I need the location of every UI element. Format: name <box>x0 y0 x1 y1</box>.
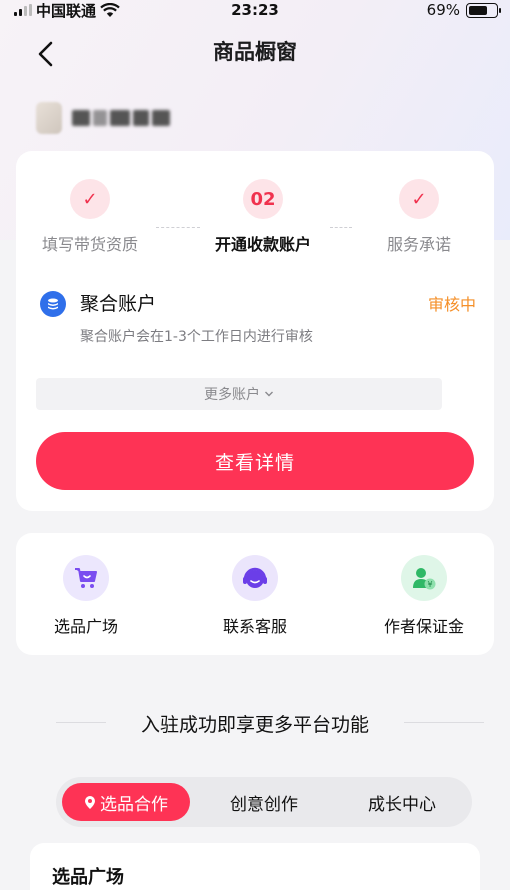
more-accounts-button[interactable]: 更多账户 <box>36 378 442 410</box>
divider <box>404 722 484 723</box>
battery-percent: 69% <box>426 1 460 19</box>
view-details-button[interactable]: 查看详情 <box>36 432 474 490</box>
location-pin-icon <box>85 795 95 809</box>
step-qualification: ✓ 填写带货资质 <box>20 179 160 255</box>
tool-customer-service[interactable]: 联系客服 <box>185 555 325 637</box>
user-name-blurred <box>72 110 170 126</box>
step-commitment: ✓ 服务承诺 <box>349 179 489 255</box>
step-number: 02 <box>243 179 283 219</box>
step-label: 填写带货资质 <box>41 235 138 254</box>
progress-steps: ✓ 填写带货资质 02 开通收款账户 ✓ 服务承诺 <box>16 179 494 259</box>
tool-label: 选品广场 <box>53 617 118 636</box>
step-label: 服务承诺 <box>386 235 451 254</box>
svg-text:¥: ¥ <box>427 580 432 589</box>
onboarding-card: ✓ 填写带货资质 02 开通收款账户 ✓ 服务承诺 聚合账户 审核中 聚合账户会… <box>16 151 494 511</box>
check-icon: ✓ <box>399 179 439 219</box>
tool-product-square[interactable]: 选品广场 <box>16 555 156 637</box>
section-title: 入驻成功即享更多平台功能 <box>140 714 369 736</box>
account-name: 聚合账户 <box>80 293 157 315</box>
status-badge: 审核中 <box>427 295 476 314</box>
battery-icon <box>466 2 501 18</box>
coin-stack-icon <box>40 291 66 317</box>
tool-label: 联系客服 <box>222 617 287 636</box>
headset-icon <box>232 555 278 601</box>
avatar <box>36 102 62 134</box>
tool-label: 作者保证金 <box>383 617 464 636</box>
tab-growth-center[interactable]: 成长中心 <box>340 777 464 827</box>
tab-label: 成长中心 <box>368 794 436 815</box>
user-info <box>36 100 170 136</box>
nav-bar: 商品橱窗 <box>0 30 510 76</box>
tab-label: 选品合作 <box>100 794 168 815</box>
account-description: 聚合账户会在1-3个工作日内进行审核 <box>80 329 313 345</box>
feature-tabs: 选品合作 创意创作 成长中心 <box>56 777 472 827</box>
product-square-card: 选品广场 <box>30 843 480 890</box>
check-icon: ✓ <box>70 179 110 219</box>
cart-icon <box>63 555 109 601</box>
tool-author-deposit[interactable]: ¥ 作者保证金 <box>354 555 494 637</box>
chevron-down-icon <box>265 391 273 397</box>
step-account: 02 开通收款账户 <box>193 179 333 255</box>
person-yen-icon: ¥ <box>401 555 447 601</box>
section-heading: 入驻成功即享更多平台功能 <box>0 708 510 738</box>
tools-card: 选品广场 联系客服 ¥ 作者保证金 <box>16 533 494 655</box>
tab-creative[interactable]: 创意创作 <box>202 777 326 827</box>
battery-group: 69% <box>426 0 501 20</box>
status-bar: 中国联通 23:23 69% <box>0 0 510 20</box>
tab-label: 创意创作 <box>230 794 298 815</box>
card-title: 选品广场 <box>52 867 124 888</box>
tab-product-cooperation[interactable]: 选品合作 <box>62 783 190 821</box>
more-accounts-label: 更多账户 <box>204 387 260 403</box>
step-label: 开通收款账户 <box>214 235 311 254</box>
page-title: 商品橱窗 <box>213 40 297 64</box>
aggregate-account-row[interactable]: 聚合账户 审核中 聚合账户会在1-3个工作日内进行审核 <box>40 289 476 349</box>
